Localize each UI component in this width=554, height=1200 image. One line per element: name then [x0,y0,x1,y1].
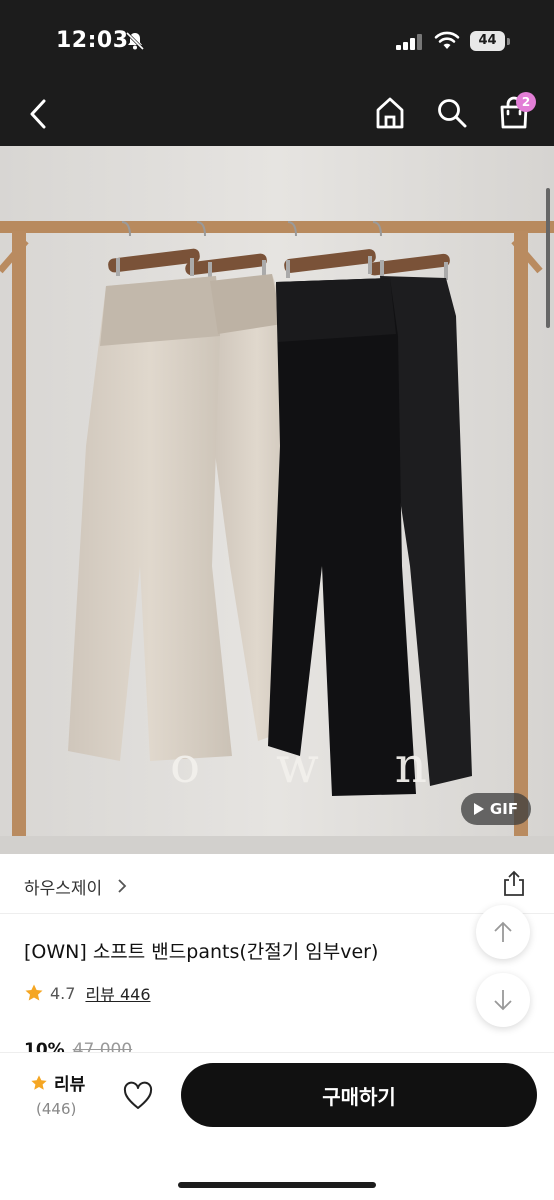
rating-value: 4.7 [50,983,76,1003]
bottom-review-label: 리뷰 [54,1075,86,1095]
original-price: 47,000 [72,1040,133,1052]
search-icon[interactable] [436,97,468,129]
scroll-top-button[interactable] [476,905,530,959]
cart-count-badge: 2 [516,92,536,112]
battery-icon: 44 [470,31,510,51]
brand-name[interactable]: 하우스제이 [24,874,102,899]
buy-button[interactable]: 구매하기 [181,1063,537,1127]
status-time: 12:03 [56,28,129,53]
star-icon [25,984,43,1001]
heart-icon[interactable] [122,1081,154,1111]
bottom-review-count: (446) [36,1100,77,1118]
price-row: 10% 47,000 [24,1040,144,1052]
wifi-icon [434,31,460,49]
bottom-review[interactable]: 리뷰 [30,1070,85,1095]
battery-level: 44 [470,31,505,51]
product-title: [OWN] 소프트 밴드pants(간절기 임부ver) [24,941,379,963]
scroll-bottom-button[interactable] [476,973,530,1027]
battery-tip [507,38,510,45]
home-indicator [178,1182,376,1188]
brand-row[interactable]: 하우스제이 [0,854,554,914]
back-chevron-icon[interactable] [24,96,54,132]
play-icon [473,803,484,815]
arrow-down-icon [494,990,512,1011]
review-link[interactable]: 리뷰 446 [85,981,150,1005]
home-icon[interactable] [374,96,406,130]
rating-row: 4.7 리뷰 446 [24,981,151,1005]
gif-badge[interactable]: GIF [461,793,531,825]
signal-icon [396,34,422,50]
discount-rate: 10% [24,1040,65,1052]
top-bar: 12:03 44 2 [0,0,554,146]
product-image[interactable]: o w n [0,146,554,854]
star-icon [31,1074,47,1090]
gif-label: GIF [489,800,519,818]
share-icon[interactable] [501,869,527,897]
watermark-text: o w n [170,736,457,794]
bell-slash-icon [125,31,145,51]
arrow-up-icon [494,921,512,942]
chevron-right-icon [118,879,127,893]
